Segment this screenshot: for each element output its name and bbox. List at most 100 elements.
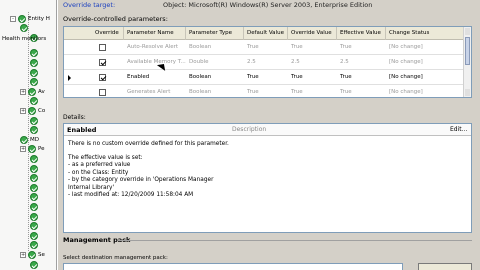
- details-line: - on the Class: Entity: [68, 169, 129, 176]
- grid-cell-name: Enabled: [127, 74, 150, 80]
- override-target-label: Override target:: [63, 1, 116, 9]
- health-ok-icon: [30, 78, 38, 87]
- details-title: Enabled: [67, 126, 97, 134]
- column-header-parameter-type[interactable]: Parameter Type: [186, 27, 244, 40]
- collapse-toggle-icon[interactable]: -: [10, 15, 16, 22]
- tree-node-label: Se: [38, 251, 45, 258]
- tree-node[interactable]: [30, 49, 40, 58]
- tree-node[interactable]: [30, 116, 40, 125]
- grid-cell-effective: True: [340, 74, 352, 80]
- tree-node[interactable]: [20, 24, 30, 33]
- details-description-label: Description: [232, 126, 267, 133]
- grid-cell-override[interactable]: True: [288, 86, 337, 97]
- tree-node[interactable]: [30, 78, 40, 87]
- health-monitor-tree[interactable]: - Entity H + Av + Co MD + Pe + Se Health monitors: [0, 0, 57, 270]
- details-text: There is no custom override defined for …: [68, 141, 458, 200]
- grid-row[interactable]: Auto-Resolve Alert Boolean True True True [No…: [64, 41, 464, 55]
- grid-row[interactable]: Generates Alert Boolean True True True [No ch…: [64, 86, 464, 97]
- grid-row[interactable]: Enabled Boolean True True True [No change]: [64, 71, 464, 85]
- override-checkbox[interactable]: [99, 89, 106, 96]
- grid-cell-type: Boolean: [189, 89, 212, 95]
- health-ok-icon: [30, 164, 38, 173]
- tree-node[interactable]: [30, 126, 40, 135]
- tree-node[interactable]: [30, 68, 40, 77]
- override-parameters-grid[interactable]: Override Parameter Name Parameter Type D…: [63, 26, 472, 98]
- grid-cell-override[interactable]: 2.5: [288, 56, 337, 68]
- column-header-parameter-name[interactable]: Parameter Name: [124, 27, 186, 40]
- grid-scrollbar[interactable]: [463, 27, 471, 97]
- column-header-default-value[interactable]: Default Value: [244, 27, 288, 40]
- tree-node-label: Entity H: [28, 15, 50, 22]
- health-ok-icon: [30, 58, 38, 67]
- health-ok-icon: [30, 68, 38, 77]
- grid-cell-default: True: [247, 89, 259, 95]
- grid-cell-name: Auto-Resolve Alert: [127, 44, 179, 50]
- grid-cell-default: True: [247, 44, 259, 50]
- grid-cell-override[interactable]: True: [288, 41, 337, 53]
- tree-node[interactable]: + Se: [20, 250, 45, 259]
- tree-node[interactable]: + Co: [20, 106, 45, 115]
- grid-cell-name: Available Memory T...: [127, 59, 186, 65]
- tree-node[interactable]: + Av: [20, 87, 45, 96]
- tree-node[interactable]: [30, 260, 40, 269]
- destination-mp-dropdown[interactable]: [63, 263, 403, 270]
- grid-cell-default: 2.5: [247, 59, 256, 65]
- tree-node[interactable]: [30, 193, 40, 202]
- tree-node[interactable]: [30, 222, 40, 231]
- scroll-down-arrow-icon[interactable]: [465, 89, 470, 96]
- details-line: - last modified at: 12/20/2009 11:58:04 …: [68, 192, 194, 198]
- details-line: There is no custom override defined for …: [68, 141, 229, 147]
- column-header-override[interactable]: Override: [92, 27, 124, 40]
- tree-node[interactable]: [30, 183, 40, 192]
- health-ok-icon: [20, 24, 28, 33]
- scrollbar-thumb[interactable]: [465, 37, 470, 65]
- health-ok-icon: [28, 145, 36, 154]
- tree-node[interactable]: [30, 174, 40, 183]
- grid-cell-status: [No change]: [389, 44, 423, 50]
- tree-node[interactable]: [30, 97, 40, 106]
- health-ok-icon: [30, 260, 38, 269]
- column-header-override-value[interactable]: Override Value: [288, 27, 337, 40]
- expand-toggle-icon[interactable]: +: [20, 107, 26, 114]
- health-ok-icon: [28, 87, 36, 96]
- tree-node[interactable]: MD: [20, 135, 39, 144]
- tree-node[interactable]: [30, 231, 40, 240]
- health-monitors-label: Health monitors: [2, 36, 47, 42]
- health-ok-icon: [30, 202, 38, 211]
- override-checkbox[interactable]: [99, 44, 106, 51]
- scroll-up-arrow-icon[interactable]: [465, 28, 470, 35]
- tree-node[interactable]: + Pe: [20, 145, 45, 154]
- grid-row[interactable]: Available Memory T... Double 2.5 2.5 2.5 [No …: [64, 56, 464, 70]
- health-ok-icon: [30, 222, 38, 231]
- grid-cell-effective: True: [340, 44, 352, 50]
- tree-node-label: MD: [30, 136, 39, 143]
- health-ok-icon: [30, 49, 38, 58]
- tree-node-label: Pe: [38, 146, 45, 153]
- grid-cell-name: Generates Alert: [127, 89, 171, 95]
- tree-node[interactable]: [30, 202, 40, 211]
- override-checkbox[interactable]: [99, 59, 106, 66]
- tree-node[interactable]: [30, 154, 40, 163]
- tree-node[interactable]: [30, 241, 40, 250]
- tree-node[interactable]: - Entity H: [10, 14, 50, 23]
- grid-cell-override[interactable]: True: [288, 71, 337, 83]
- grid-cell-effective: 2.5: [340, 59, 349, 65]
- tree-node[interactable]: [30, 58, 40, 67]
- health-ok-icon: [30, 97, 38, 106]
- column-header-effective-value[interactable]: Effective Value: [337, 27, 386, 40]
- override-checkbox[interactable]: [99, 74, 106, 81]
- tree-node[interactable]: [30, 164, 40, 173]
- expand-toggle-icon[interactable]: +: [20, 88, 26, 95]
- grid-cell-default: True: [247, 74, 259, 80]
- health-ok-icon: [30, 231, 38, 240]
- details-pane: Enabled Description Edit... There is no …: [63, 123, 472, 233]
- override-target-object: Object: Microsoft(R) Windows(R) Server 2…: [163, 1, 373, 9]
- expand-toggle-icon[interactable]: +: [20, 251, 26, 258]
- new-mp-button[interactable]: [418, 263, 472, 270]
- destination-mp-label: Select destination management pack:: [63, 255, 168, 261]
- column-header-change-status[interactable]: Change Status: [386, 27, 466, 40]
- expand-toggle-icon[interactable]: +: [20, 146, 26, 153]
- details-edit-link[interactable]: Edit...: [450, 126, 467, 133]
- health-ok-icon: [30, 116, 38, 125]
- tree-node[interactable]: [30, 212, 40, 221]
